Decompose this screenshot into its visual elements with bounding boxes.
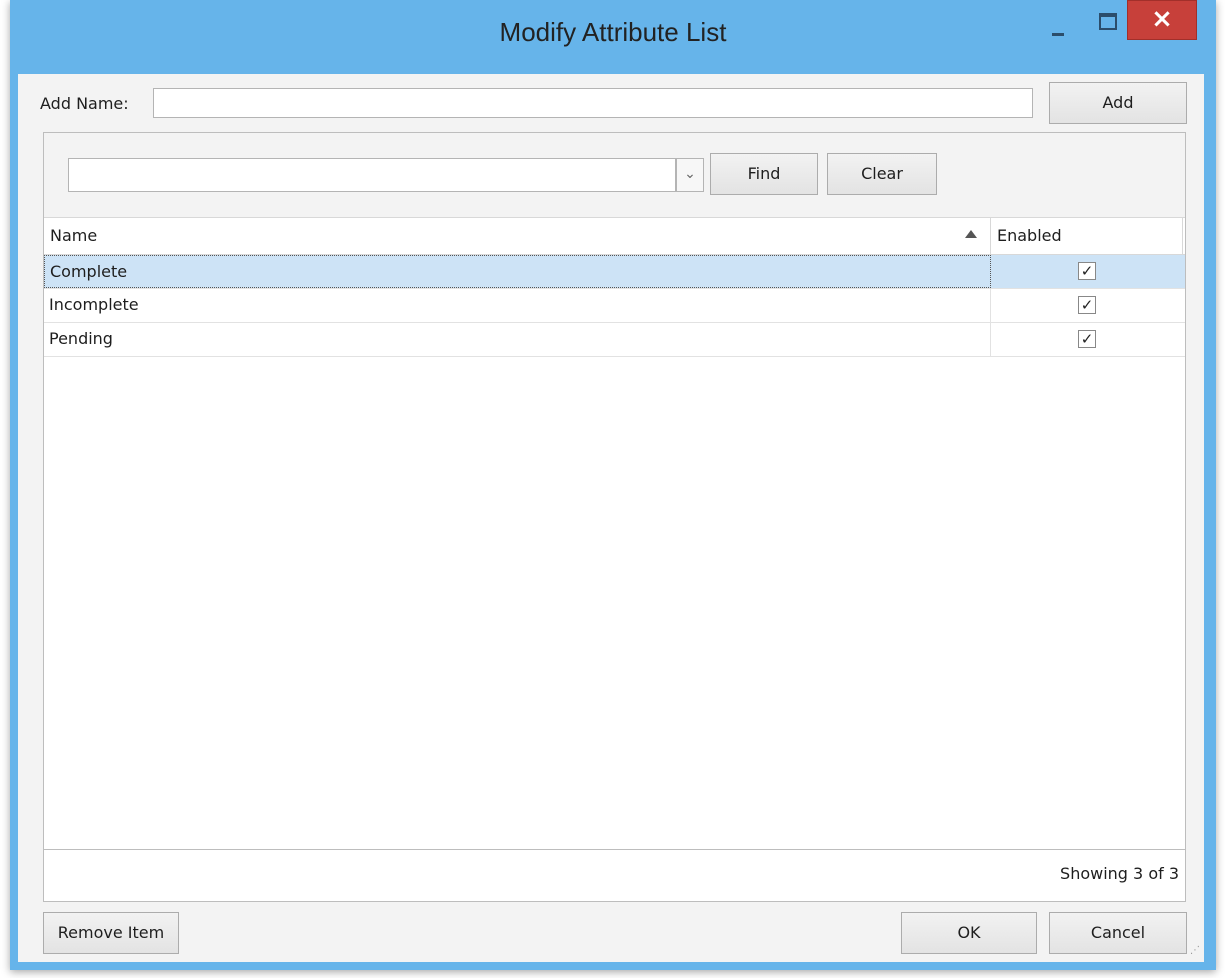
- column-header-name[interactable]: Name: [44, 218, 991, 254]
- add-name-input[interactable]: [153, 88, 1033, 118]
- row-name-cell[interactable]: Incomplete: [44, 289, 991, 322]
- row-enabled-cell: ✓: [991, 323, 1183, 356]
- minimize-icon: [1052, 33, 1064, 36]
- clear-button[interactable]: Clear: [827, 153, 937, 195]
- close-button[interactable]: ×: [1127, 0, 1197, 40]
- checkmark-icon: ✓: [1080, 330, 1094, 348]
- row-name-cell[interactable]: Pending: [44, 323, 991, 356]
- enabled-checkbox[interactable]: ✓: [1078, 262, 1096, 280]
- add-name-label: Add Name:: [40, 94, 129, 113]
- row-enabled-cell: ✓: [991, 289, 1183, 322]
- maximize-icon: [1099, 13, 1117, 30]
- dialog-window: Modify Attribute List × Add Name: Add ⌄ …: [10, 0, 1216, 970]
- add-button[interactable]: Add: [1049, 82, 1187, 124]
- minimize-button[interactable]: [1040, 4, 1074, 40]
- close-icon: ×: [1151, 4, 1173, 34]
- row-name-cell[interactable]: Complete: [44, 255, 991, 288]
- column-header-name-label: Name: [50, 226, 98, 245]
- grid-status-bar: Showing 3 of 3: [44, 849, 1185, 901]
- remove-item-button[interactable]: Remove Item: [43, 912, 179, 954]
- find-button[interactable]: Find: [710, 153, 818, 195]
- checkmark-icon: ✓: [1080, 262, 1094, 280]
- attribute-grid: Name Enabled Complete ✓ Incomplete ✓ Pen…: [44, 217, 1185, 849]
- title-bar[interactable]: Modify Attribute List ×: [10, 0, 1216, 74]
- ok-button[interactable]: OK: [901, 912, 1037, 954]
- table-row[interactable]: Incomplete ✓: [44, 289, 1185, 323]
- search-combobox[interactable]: [68, 158, 676, 192]
- chevron-down-icon: ⌄: [684, 166, 696, 182]
- enabled-checkbox[interactable]: ✓: [1078, 296, 1096, 314]
- combobox-dropdown-button[interactable]: ⌄: [676, 158, 704, 192]
- sort-ascending-icon: [965, 230, 977, 238]
- column-header-enabled-label: Enabled: [997, 226, 1062, 245]
- search-bar: ⌄ Find Clear: [44, 133, 1185, 217]
- dialog-body: Add Name: Add ⌄ Find Clear Name Enabled …: [18, 74, 1204, 962]
- row-enabled-cell: ✓: [991, 255, 1183, 288]
- window-title: Modify Attribute List: [499, 17, 727, 47]
- showing-count-text: Showing 3 of 3: [1060, 864, 1179, 883]
- checkmark-icon: ✓: [1080, 296, 1094, 314]
- resize-grip-icon[interactable]: ⋰: [1190, 946, 1202, 958]
- table-row[interactable]: Complete ✓: [44, 255, 1185, 289]
- column-header-enabled[interactable]: Enabled: [991, 218, 1183, 254]
- table-row[interactable]: Pending ✓: [44, 323, 1185, 357]
- attribute-list-panel: ⌄ Find Clear Name Enabled Complete ✓ Inc…: [43, 132, 1186, 902]
- grid-header: Name Enabled: [44, 217, 1185, 255]
- maximize-button[interactable]: [1088, 4, 1126, 40]
- enabled-checkbox[interactable]: ✓: [1078, 330, 1096, 348]
- cancel-button[interactable]: Cancel: [1049, 912, 1187, 954]
